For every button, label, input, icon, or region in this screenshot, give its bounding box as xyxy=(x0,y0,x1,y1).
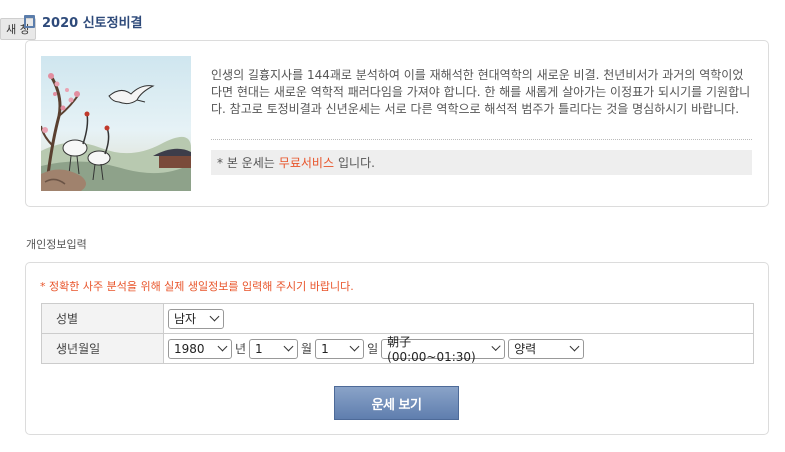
day-select-value: 1 xyxy=(321,341,329,356)
free-service-notice: * 본 운세는 무료서비스 입니다. xyxy=(211,150,752,175)
crane-illustration xyxy=(41,56,191,191)
title-bullet-icon xyxy=(24,15,35,28)
birth-field: 1980 년 1 월 1 일 朝子(00:00~01:30) 양력 xyxy=(163,333,754,364)
month-select-value: 1 xyxy=(255,341,263,356)
month-select[interactable]: 1 xyxy=(249,338,299,359)
notice-prefix: * 본 운세는 xyxy=(217,156,275,170)
year-unit: 년 xyxy=(235,342,247,356)
form-section-title: 개인정보입력 xyxy=(26,238,87,251)
day-unit: 일 xyxy=(367,342,379,356)
view-fortune-button[interactable]: 운세 보기 xyxy=(334,386,459,420)
gender-select[interactable]: 남자 xyxy=(168,308,224,329)
birth-row: 생년월일 1980 년 1 월 1 일 朝子(00:00~01:30) 양력 xyxy=(41,333,754,364)
chevron-down-icon xyxy=(491,341,501,352)
notice-suffix: 입니다. xyxy=(338,156,375,170)
day-select[interactable]: 1 xyxy=(315,338,365,359)
gender-field: 남자 xyxy=(163,303,754,334)
intro-box: 인생의 길흉지사를 144괘로 분석하여 이를 재해석한 현대역학의 새로운 비… xyxy=(25,40,769,207)
personal-info-table: 성별 남자 생년월일 1980 년 1 월 1 일 朝子(00:00~01:30… xyxy=(41,303,754,364)
page-title: 2020 신토정비결 xyxy=(42,16,143,31)
gender-row: 성별 남자 xyxy=(41,303,754,334)
form-box: * 정확한 사주 분석을 위해 실제 생일정보를 입력해 주시기 바랍니다. 성… xyxy=(25,262,769,435)
notice-highlight: 무료서비스 xyxy=(278,156,334,170)
gender-select-value: 남자 xyxy=(174,312,197,326)
gender-label: 성별 xyxy=(41,303,164,334)
chevron-down-icon xyxy=(349,341,360,352)
calendar-select-value: 양력 xyxy=(514,342,537,356)
year-select-value: 1980 xyxy=(174,341,205,356)
form-warning: * 정확한 사주 분석을 위해 실제 생일정보를 입력해 주시기 바랍니다. xyxy=(40,280,354,293)
page-header: 2020 신토정비결 xyxy=(24,12,143,31)
chevron-down-icon xyxy=(209,311,220,322)
intro-description: 인생의 길흉지사를 144괘로 분석하여 이를 재해석한 현대역학의 새로운 비… xyxy=(211,68,751,116)
year-select[interactable]: 1980 xyxy=(168,338,232,359)
month-unit: 월 xyxy=(301,342,313,356)
chevron-down-icon xyxy=(283,341,294,352)
chevron-down-icon xyxy=(217,341,228,352)
hour-select-value: 朝子(00:00~01:30) xyxy=(387,335,476,364)
calendar-select[interactable]: 양력 xyxy=(508,338,585,359)
hour-select[interactable]: 朝子(00:00~01:30) xyxy=(381,335,506,364)
chevron-down-icon xyxy=(569,341,580,352)
dotted-divider xyxy=(211,139,752,140)
birth-label: 생년월일 xyxy=(41,333,164,364)
